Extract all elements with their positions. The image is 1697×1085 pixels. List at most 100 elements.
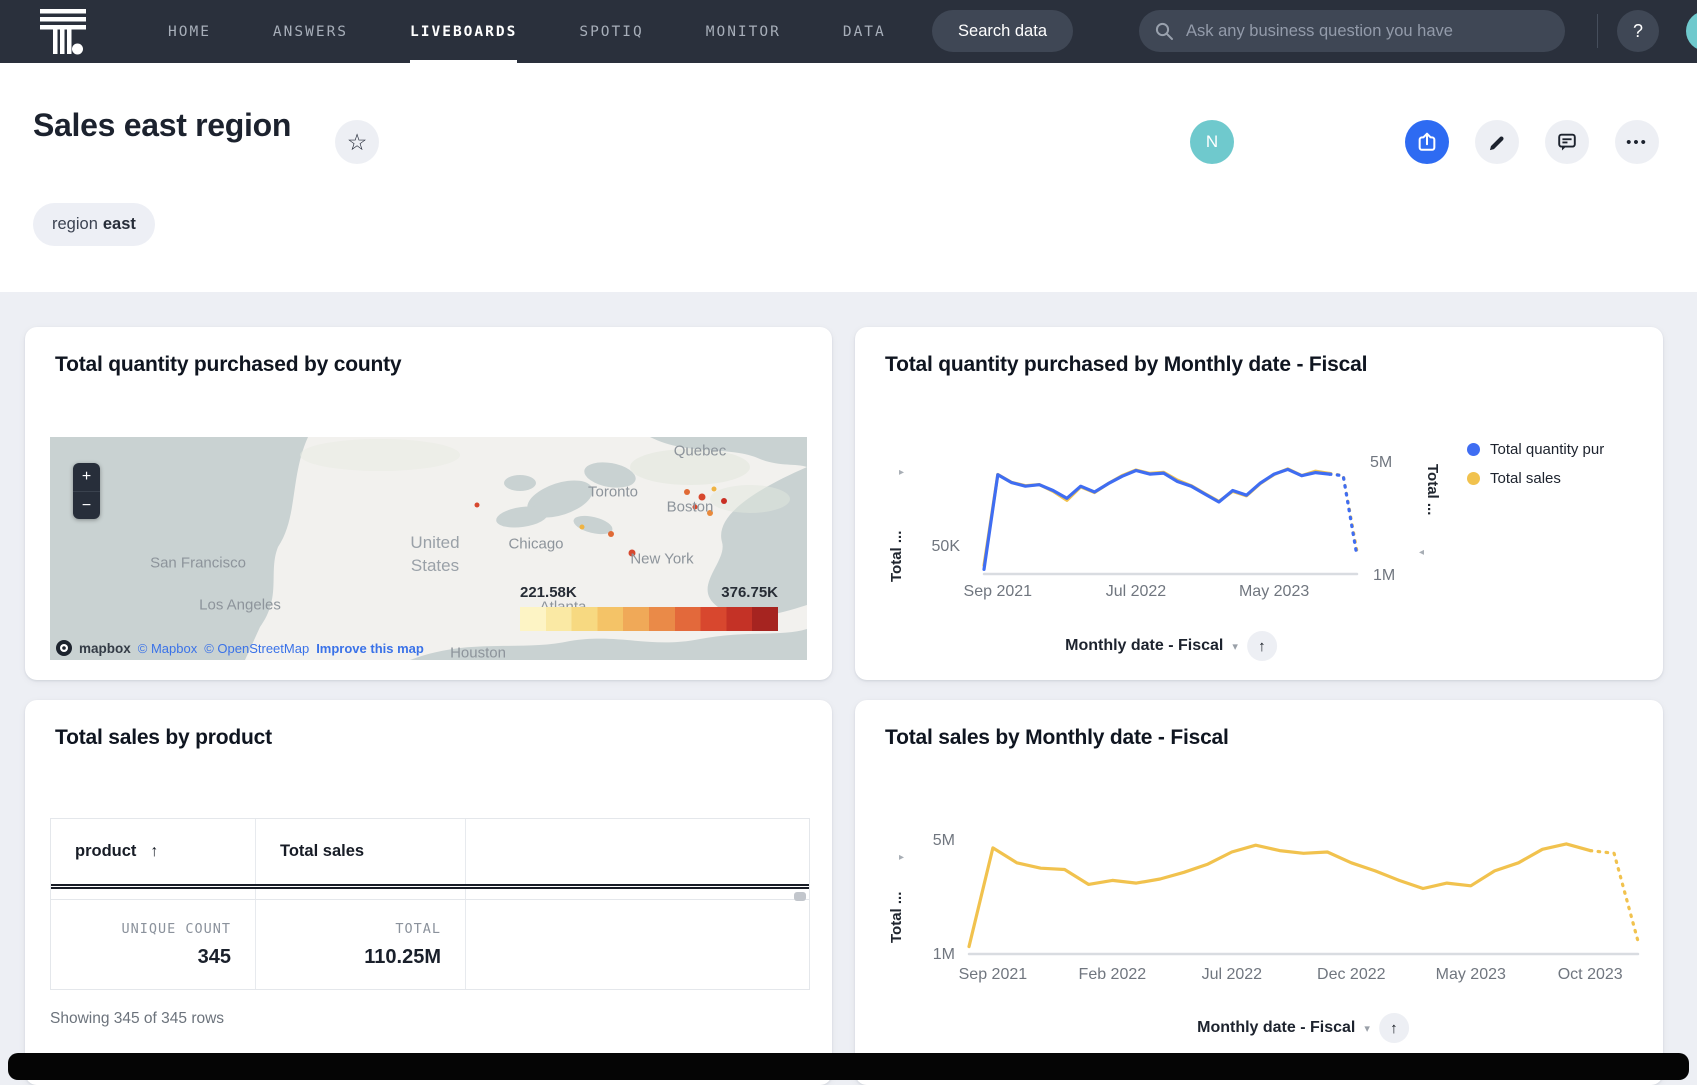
header-actions: ••• <box>1405 120 1659 164</box>
x-axis-tick: Sep 2021 <box>959 966 1028 984</box>
favorite-button[interactable]: ☆ <box>335 120 379 164</box>
legend-item-sales[interactable]: Total sales <box>1467 470 1604 487</box>
table-scrollbar-thumb[interactable] <box>794 892 806 901</box>
axis-scroll-left-icon[interactable]: ◂ <box>1419 547 1424 558</box>
x-axis-tick: Dec 2022 <box>1317 966 1386 984</box>
series-line-total-sales[interactable] <box>969 844 1590 947</box>
column-label: product <box>75 842 136 861</box>
tile-title: Total quantity purchased by county <box>55 353 401 377</box>
axis-scroll-right-icon[interactable]: ▸ <box>899 852 904 863</box>
page-title: Sales east region <box>33 107 291 144</box>
chevron-down-icon[interactable]: ▾ <box>1364 1022 1370 1035</box>
legend-item-quantity[interactable]: Total quantity pur <box>1467 441 1604 458</box>
line-chart-quantity[interactable] <box>982 449 1361 578</box>
help-button[interactable]: ? <box>1617 10 1659 52</box>
summary-unique-count: UNIQUE COUNT 345 <box>51 900 256 989</box>
sort-ascending-button[interactable]: ↑ <box>1379 1013 1409 1043</box>
county-data-point[interactable] <box>475 503 480 508</box>
column-header-total-sales[interactable]: Total sales <box>256 819 466 884</box>
county-data-point[interactable] <box>580 525 585 530</box>
column-label: Total sales <box>280 842 364 861</box>
liveboard-header: Sales east region ☆ N ••• <box>0 63 1697 292</box>
map-zoom-in-button[interactable]: + <box>73 463 100 491</box>
map-city-label: Los Angeles <box>199 597 281 614</box>
county-heat-map[interactable]: QuebecTorontoBostonChicagoNew YorkSan Fr… <box>50 437 807 660</box>
chart-legend: Total quantity pur Total sales <box>1467 441 1604 487</box>
sort-ascending-button[interactable]: ↑ <box>1247 631 1277 661</box>
map-zoom-controls: + − <box>73 463 100 519</box>
nav-home[interactable]: HOME <box>168 0 211 63</box>
y-axis-title-left[interactable]: Total ... <box>888 892 905 943</box>
x-axis-label[interactable]: Monthly date - Fiscal <box>1065 637 1223 655</box>
legend-dot-yellow <box>1467 472 1480 485</box>
ask-input[interactable] <box>1184 21 1549 42</box>
openstreetmap-link[interactable]: © OpenStreetMap <box>204 641 309 656</box>
tile-title: Total sales by Monthly date - Fiscal <box>885 726 1229 750</box>
nav-data[interactable]: DATA <box>843 0 886 63</box>
nav-user-avatar[interactable] <box>1686 11 1697 51</box>
nav-divider <box>1597 14 1598 48</box>
county-data-point[interactable] <box>684 489 690 495</box>
x-axis-label[interactable]: Monthly date - Fiscal <box>1197 1019 1355 1037</box>
nav-monitor[interactable]: MONITOR <box>706 0 781 63</box>
column-header-product[interactable]: product ↑ <box>51 819 256 884</box>
summary-label: UNIQUE COUNT <box>121 921 231 937</box>
tile-title: Total quantity purchased by Monthly date… <box>885 353 1367 377</box>
map-city-label: New York <box>630 551 693 568</box>
more-icon: ••• <box>1626 134 1648 151</box>
nav-answers[interactable]: ANSWERS <box>273 0 348 63</box>
series-line-total-quantity-pur[interactable] <box>984 469 1329 569</box>
tile-title: Total sales by product <box>55 726 272 750</box>
edit-button[interactable] <box>1475 120 1519 164</box>
tile-quantity-by-month: Total quantity purchased by Monthly date… <box>855 327 1663 680</box>
x-axis-tick: Jul 2022 <box>1106 583 1167 601</box>
top-nav: HOME ANSWERS LIVEBOARDS SPOTIQ MONITOR D… <box>0 0 1697 63</box>
mapbox-logo-icon <box>56 640 72 656</box>
series-line-total-sales[interactable] <box>1329 473 1357 551</box>
filter-chip-region[interactable]: region east <box>33 203 155 246</box>
mapbox-link[interactable]: © Mapbox <box>138 641 197 656</box>
map-city-label: San Francisco <box>150 555 246 572</box>
county-data-point[interactable] <box>712 487 717 492</box>
liveboard-grid: Total quantity purchased by county Quebe… <box>0 292 1697 1080</box>
x-axis-tick: Oct 2023 <box>1558 966 1623 984</box>
map-attribution: mapbox © Mapbox © OpenStreetMap Improve … <box>56 640 424 656</box>
series-line-total-sales[interactable] <box>1590 851 1638 942</box>
y-axis-tick: 50K <box>900 538 960 556</box>
axis-scroll-right-icon[interactable]: ▸ <box>899 467 904 478</box>
county-data-point[interactable] <box>721 498 727 504</box>
star-icon: ☆ <box>347 131 368 154</box>
legend-dot-blue <box>1467 443 1480 456</box>
series-line-total-sales[interactable] <box>984 469 1329 565</box>
x-axis-tick: Jul 2022 <box>1202 966 1263 984</box>
summary-value: 110.25M <box>364 946 441 969</box>
map-city-label: Toronto <box>588 484 638 501</box>
tile-sales-by-month: Total sales by Monthly date - Fiscal ▸ T… <box>855 700 1663 1085</box>
x-axis-control: Monthly date - Fiscal ▾ ↑ <box>1065 631 1277 661</box>
county-data-point[interactable] <box>608 531 614 537</box>
comment-icon <box>1556 131 1578 153</box>
share-button[interactable] <box>1405 120 1449 164</box>
table-summary-row: UNIQUE COUNT 345 TOTAL 110.25M <box>51 899 809 989</box>
improve-map-link[interactable]: Improve this map <box>316 641 424 656</box>
y-axis-title-right[interactable]: Total ... <box>1424 464 1441 515</box>
tile-quantity-by-county: Total quantity purchased by county Quebe… <box>25 327 832 680</box>
thoughtspot-logo[interactable] <box>36 8 90 55</box>
ask-search-box[interactable] <box>1139 10 1565 52</box>
nav-liveboards[interactable]: LIVEBOARDS <box>410 0 517 63</box>
author-avatar[interactable]: N <box>1190 120 1234 164</box>
chevron-down-icon[interactable]: ▾ <box>1232 640 1238 653</box>
map-city-label: Boston <box>667 499 714 516</box>
nav-spotiq[interactable]: SPOTIQ <box>579 0 643 63</box>
map-zoom-out-button[interactable]: − <box>73 491 100 519</box>
series-line-total-quantity-pur[interactable] <box>1329 474 1357 556</box>
line-chart-sales[interactable] <box>967 827 1642 958</box>
map-city-label: Houston <box>450 645 506 661</box>
filter-chip-name: region <box>52 215 98 234</box>
more-button[interactable]: ••• <box>1615 120 1659 164</box>
row-count-status: Showing 345 of 345 rows <box>50 1010 224 1028</box>
y-axis-tick: 1M <box>905 946 955 964</box>
search-data-button[interactable]: Search data <box>932 10 1073 52</box>
comment-button[interactable] <box>1545 120 1589 164</box>
sort-ascending-icon[interactable]: ↑ <box>150 843 158 861</box>
